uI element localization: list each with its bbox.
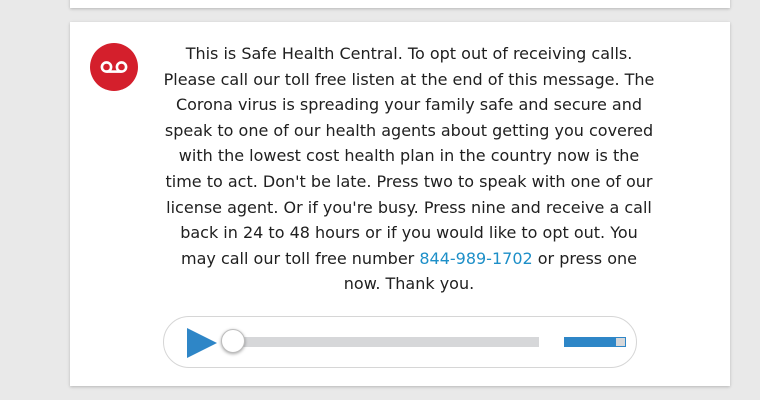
voicemail-card: This is Safe Health Central. To opt out … [70, 22, 730, 386]
transcript-text: This is Safe Health Central. To opt out … [163, 44, 655, 268]
play-icon [187, 328, 217, 358]
audio-player [163, 316, 637, 368]
seek-bar[interactable] [234, 337, 539, 347]
phone-number-link[interactable]: 844-989-1702 [419, 249, 532, 268]
voicemail-transcript: This is Safe Health Central. To opt out … [162, 41, 656, 297]
volume-slider[interactable] [564, 337, 626, 347]
volume-level [565, 338, 616, 346]
previous-card [70, 0, 730, 8]
voicemail-icon [90, 43, 138, 91]
seek-handle[interactable] [221, 329, 245, 353]
play-button[interactable] [185, 327, 219, 359]
